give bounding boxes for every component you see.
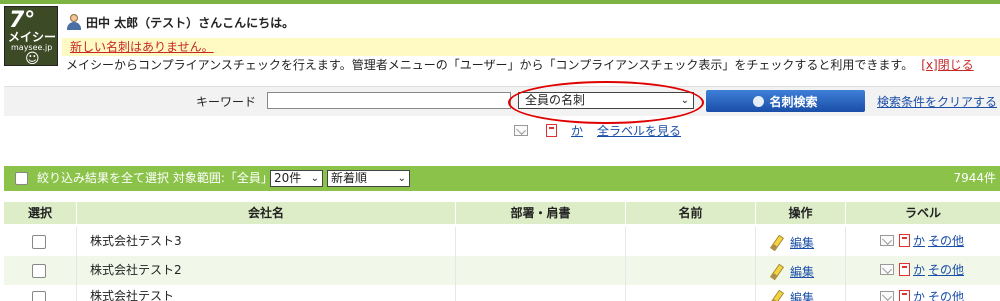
result-count: 7944件 (953, 171, 996, 185)
header-actions: 操作 (756, 202, 846, 224)
user-icon (66, 14, 82, 30)
name-cell (626, 256, 756, 285)
new-cards-notice: 新しい名刺はありません。 (62, 38, 1000, 56)
select-all-checkbox[interactable] (15, 172, 28, 185)
user-greeting: 田中 太郎（テスト）さんこんにちは。 (66, 12, 294, 32)
close-notice-link[interactable]: [x]閉じる (921, 58, 973, 72)
result-toolbar: 絞り込み結果を全て選択 対象範囲:「全員」 20件 ⌄ 新着順 ⌄ 7944件 (4, 166, 1000, 191)
compliance-info: メイシーからコンプライアンスチェックを行えます。管理者メニューの「ユーザー」から… (66, 57, 974, 73)
card-label-icon[interactable] (899, 263, 910, 276)
table-row: 株式会社テスト 編集 か その他 (4, 285, 1000, 301)
header-name: 名前 (626, 202, 756, 224)
dept-cell (456, 227, 626, 256)
per-page-value: 20件 (274, 171, 302, 185)
row-labels: か その他 (880, 232, 964, 249)
sort-value: 新着順 (331, 171, 368, 185)
sort-select[interactable]: 新着順 ⌄ (327, 170, 410, 187)
table-row: 株式会社テスト3 編集 か その他 (4, 227, 1000, 256)
edit-action[interactable]: 編集 (769, 234, 814, 251)
top-accent-bar (0, 0, 1000, 4)
header-department: 部署・肩書 (456, 202, 626, 224)
row-checkbox[interactable] (32, 235, 46, 249)
card-search-button[interactable]: 名刺検索 (706, 90, 865, 112)
envelope-label-icon[interactable] (514, 124, 528, 136)
name-cell (626, 285, 756, 301)
header-label: ラベル (904, 206, 941, 220)
envelope-label-icon[interactable] (880, 291, 894, 301)
label-filter-row: か 全ラベルを見る (514, 122, 681, 138)
card-label-icon[interactable] (546, 123, 557, 137)
envelope-label-icon[interactable] (880, 264, 894, 275)
row-checkbox[interactable] (32, 264, 46, 278)
logo-wordmark: メイシー (8, 30, 57, 44)
keyword-label: キーワード (196, 95, 257, 109)
maysee-logo[interactable]: 7° メイシー maysee.jp ☺ (4, 6, 58, 66)
greeting-text: 田中 太郎（テスト）さんこんにちは。 (86, 15, 295, 30)
label-ka-link[interactable]: か (571, 122, 583, 139)
select-all-label: 絞り込み結果を全て選択 (37, 171, 170, 185)
row-checkbox[interactable] (32, 291, 46, 301)
label-other-link[interactable]: その他 (928, 288, 964, 301)
envelope-label-icon[interactable] (880, 235, 894, 246)
logo-figure: ☺ (25, 51, 40, 66)
chevron-down-icon: ⌄ (310, 173, 319, 184)
new-cards-link[interactable]: 新しい名刺はありません。 (70, 40, 214, 54)
keyword-input[interactable] (267, 92, 511, 109)
edit-action[interactable]: 編集 (769, 289, 814, 301)
label-ka-link[interactable]: か (913, 232, 925, 249)
dept-cell (456, 285, 626, 301)
edit-link[interactable]: 編集 (790, 234, 814, 251)
search-icon (753, 95, 765, 107)
label-other-link[interactable]: その他 (928, 232, 964, 249)
label-other-link[interactable]: その他 (928, 261, 964, 278)
edit-link[interactable]: 編集 (790, 289, 814, 301)
header-company: 会社名 (77, 202, 456, 224)
all-labels-link[interactable]: 全ラベルを見る (597, 122, 681, 139)
table-row: 株式会社テスト2 編集 か その他 (4, 256, 1000, 285)
card-label-icon[interactable] (899, 290, 910, 301)
logo-mark: 7° (9, 8, 36, 33)
label-ka-link[interactable]: か (913, 261, 925, 278)
card-search-label: 名刺検索 (769, 94, 818, 109)
compliance-info-text: メイシーからコンプライアンスチェックを行えます。管理者メニューの「ユーザー」から… (66, 58, 914, 72)
scope-text: 対象範囲:「全員」 (172, 171, 273, 185)
clear-conditions-link[interactable]: 検索条件をクリアする (877, 93, 997, 110)
row-labels: か その他 (880, 261, 964, 278)
select-all-text: 絞り込み結果を全て選択 対象範囲:「全員」 (37, 171, 273, 185)
edit-action[interactable]: 編集 (769, 263, 814, 280)
table-header: 選択 会社名 部署・肩書 名前 操作 ラベル (4, 202, 1000, 224)
chevron-down-icon: ⌄ (397, 173, 406, 184)
name-cell (626, 227, 756, 256)
company-name: 株式会社テスト (90, 289, 175, 301)
highlight-ellipse (508, 81, 704, 124)
company-name: 株式会社テスト3 (90, 234, 182, 248)
header-select: 選択 (4, 202, 77, 224)
company-name: 株式会社テスト2 (90, 263, 182, 277)
card-label-icon[interactable] (899, 234, 910, 247)
label-ka-link[interactable]: か (913, 288, 925, 301)
dept-cell (456, 256, 626, 285)
edit-link[interactable]: 編集 (790, 263, 814, 280)
per-page-select[interactable]: 20件 ⌄ (270, 170, 323, 187)
row-labels: か その他 (880, 288, 964, 301)
